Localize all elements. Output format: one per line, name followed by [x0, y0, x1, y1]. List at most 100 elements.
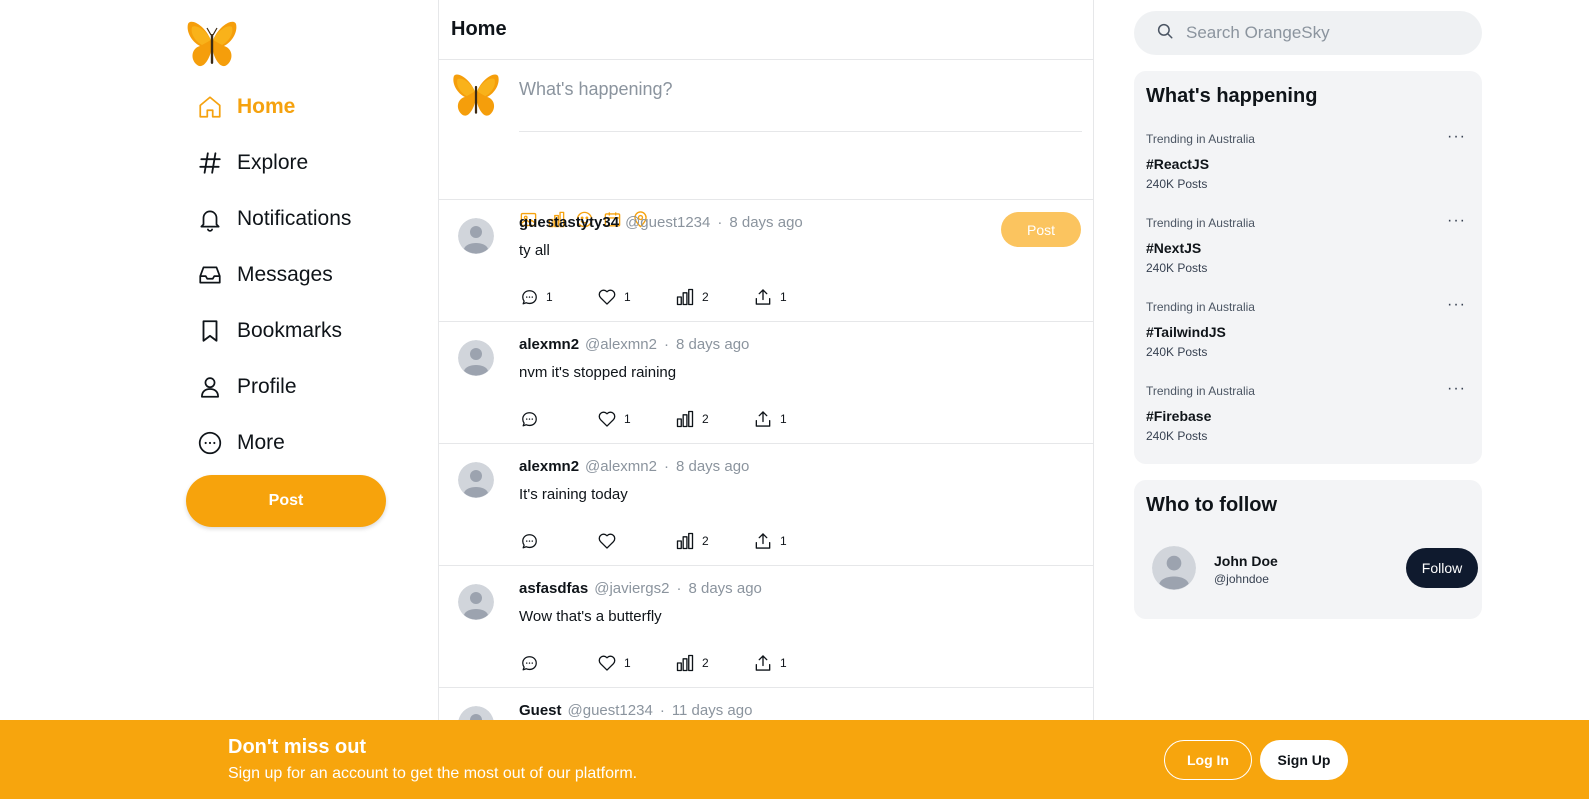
tweet-actions: 1 2 1 [519, 653, 831, 673]
trend-item[interactable]: Trending in Australia #Firebase 240K Pos… [1146, 381, 1470, 454]
search-icon [1156, 22, 1174, 45]
banner-title: Don't miss out [228, 736, 367, 758]
heart-icon [597, 531, 617, 551]
like-count: 1 [624, 412, 631, 426]
author-name[interactable]: guestastyty34 [519, 214, 619, 231]
reply-button[interactable] [519, 653, 597, 673]
author-handle[interactable]: @javiergs2 [594, 580, 669, 597]
views-count: 2 [702, 412, 709, 426]
author-handle[interactable]: @guest1234 [568, 702, 653, 719]
trend-meta: Trending in Australia [1146, 384, 1255, 398]
trend-item[interactable]: Trending in Australia #TailwindJS 240K P… [1146, 297, 1470, 370]
sidebar-item-profile[interactable]: Profile [186, 359, 426, 415]
signup-button[interactable]: Sign Up [1260, 740, 1348, 780]
like-button[interactable]: 1 [597, 287, 675, 307]
share-count: 1 [780, 412, 787, 426]
search-bar[interactable] [1134, 11, 1482, 55]
reply-button[interactable] [519, 409, 597, 429]
follow-button[interactable]: Follow [1406, 548, 1478, 588]
share-button[interactable]: 1 [753, 531, 831, 551]
home-icon [197, 94, 223, 120]
avatar[interactable] [458, 706, 494, 720]
views-button[interactable]: 2 [675, 287, 753, 307]
follow-name[interactable]: John Doe [1214, 553, 1278, 569]
trend-item[interactable]: Trending in Australia #ReactJS 240K Post… [1146, 129, 1470, 202]
bookmark-icon [197, 318, 223, 344]
tweet-header: guestastyty34 @guest1234 · 8 days ago [519, 214, 803, 231]
avatar[interactable] [458, 340, 494, 376]
bar-chart-icon [675, 531, 695, 551]
search-input[interactable] [1186, 23, 1466, 43]
author-handle[interactable]: @alexmn2 [585, 336, 657, 353]
follow-suggestion: John Doe @johndoe Follow [1152, 546, 1478, 590]
like-button[interactable] [597, 531, 675, 551]
page-title: Home [451, 18, 507, 40]
sidebar-item-home[interactable]: Home [186, 79, 426, 135]
more-options-icon[interactable]: ··· [1447, 297, 1466, 313]
butterfly-icon[interactable] [186, 18, 238, 74]
comment-icon [519, 531, 539, 551]
tweet-item[interactable]: alexmn2 @alexmn2 · 8 days ago It's raini… [439, 444, 1093, 566]
like-button[interactable]: 1 [597, 653, 675, 673]
tweet-header: alexmn2 @alexmn2 · 8 days ago [519, 458, 749, 475]
who-to-follow-card: Who to follow John Doe @johndoe Follow [1134, 480, 1482, 619]
share-icon [753, 531, 773, 551]
views-button[interactable]: 2 [675, 653, 753, 673]
trend-item[interactable]: Trending in Australia #NextJS 240K Posts… [1146, 213, 1470, 286]
sidebar-item-notifications[interactable]: Notifications [186, 191, 426, 247]
views-button[interactable]: 2 [675, 409, 753, 429]
more-circle-icon [197, 430, 223, 456]
sidebar-item-explore[interactable]: Explore [186, 135, 426, 191]
banner-subtitle: Sign up for an account to get the most o… [228, 765, 638, 782]
author-name[interactable]: alexmn2 [519, 458, 579, 475]
avatar[interactable] [458, 584, 494, 620]
author-handle[interactable]: @alexmn2 [585, 458, 657, 475]
sidebar-item-bookmarks[interactable]: Bookmarks [186, 303, 426, 359]
tweet-item[interactable]: asfasdfas @javiergs2 · 8 days ago Wow th… [439, 566, 1093, 688]
tweet-item[interactable]: alexmn2 @alexmn2 · 8 days ago nvm it's s… [439, 322, 1093, 444]
comment-icon [519, 653, 539, 673]
share-count: 1 [780, 656, 787, 670]
tweet-actions: 2 1 [519, 531, 831, 551]
avatar[interactable] [1152, 546, 1196, 590]
author-handle[interactable]: @guest1234 [625, 214, 710, 231]
more-options-icon[interactable]: ··· [1447, 381, 1466, 397]
sidebar-item-label: Messages [237, 263, 333, 286]
tweet-header: alexmn2 @alexmn2 · 8 days ago [519, 336, 749, 353]
sidebar-item-messages[interactable]: Messages [186, 247, 426, 303]
trend-count: 240K Posts [1146, 261, 1208, 275]
tweet-actions: 1 1 2 1 [519, 287, 831, 307]
author-name[interactable]: Guest [519, 702, 562, 719]
more-options-icon[interactable]: ··· [1447, 129, 1466, 145]
butterfly-icon [451, 71, 501, 123]
sidebar-item-label: Explore [237, 151, 309, 174]
share-button[interactable]: 1 [753, 653, 831, 673]
tweet-text: Wow that's a butterfly [519, 608, 662, 625]
sidebar-item-label: More [237, 431, 285, 454]
share-button[interactable]: 1 [753, 287, 831, 307]
trend-count: 240K Posts [1146, 345, 1208, 359]
avatar[interactable] [458, 218, 494, 254]
author-name[interactable]: asfasdfas [519, 580, 588, 597]
tweet-header: asfasdfas @javiergs2 · 8 days ago [519, 580, 762, 597]
share-button[interactable]: 1 [753, 409, 831, 429]
post-button[interactable]: Post [186, 475, 386, 527]
share-count: 1 [780, 534, 787, 548]
compose-input[interactable] [519, 76, 1082, 132]
post-composer: Post [439, 60, 1093, 247]
share-icon [753, 653, 773, 673]
tweet-item[interactable]: guestastyty34 @guest1234 · 8 days ago ty… [439, 200, 1093, 322]
tweet-item[interactable]: Guest @guest1234 · 11 days ago [439, 688, 1093, 720]
views-button[interactable]: 2 [675, 531, 753, 551]
author-name[interactable]: alexmn2 [519, 336, 579, 353]
reply-button[interactable] [519, 531, 597, 551]
reply-button[interactable]: 1 [519, 287, 597, 307]
sidebar-item-label: Bookmarks [237, 319, 343, 342]
login-button[interactable]: Log In [1164, 740, 1252, 780]
sidebar-item-more[interactable]: More [186, 415, 426, 471]
avatar[interactable] [458, 462, 494, 498]
more-options-icon[interactable]: ··· [1447, 213, 1466, 229]
follow-title: Who to follow [1146, 494, 1278, 516]
like-button[interactable]: 1 [597, 409, 675, 429]
views-count: 2 [702, 534, 709, 548]
